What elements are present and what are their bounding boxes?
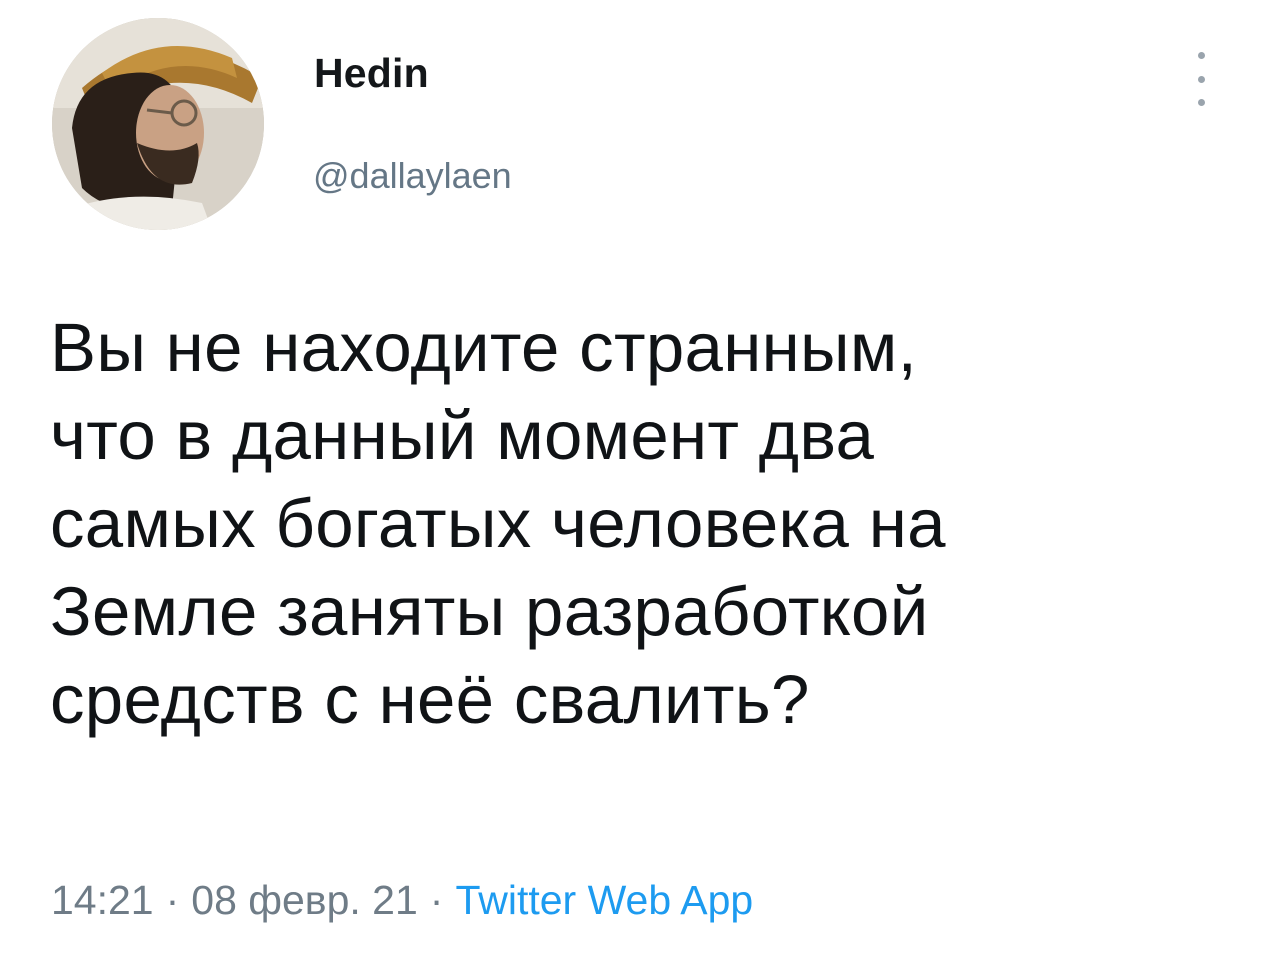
meta-separator: · <box>165 877 180 923</box>
meta-separator: · <box>429 877 444 923</box>
avatar[interactable] <box>52 18 264 230</box>
avatar-image <box>52 18 264 230</box>
tweet-text-line: что в данный момент два <box>50 397 875 474</box>
tweet-text-line: средств с неё свалить? <box>50 661 810 738</box>
more-options-button[interactable] <box>1186 52 1216 106</box>
more-vertical-icon-dot-3 <box>1197 99 1205 106</box>
tweet-date[interactable]: 08 февр. 21 <box>191 877 418 923</box>
tweet-text-line: самых богатых человека на <box>50 485 946 562</box>
author-display-name[interactable]: Hedin <box>314 50 429 97</box>
tweet-text-line: Вы не находите странным, <box>50 309 918 386</box>
tweet-meta: 14:21 · 08 февр. 21 · Twitter Web App <box>51 877 753 924</box>
author-handle[interactable]: @dallaylaen <box>313 155 512 197</box>
tweet-text: Вы не находите странным, что в данный мо… <box>50 304 1230 744</box>
tweet-source-link[interactable]: Twitter Web App <box>455 877 753 923</box>
tweet-card: Hedin @dallaylaen Вы не находите странны… <box>0 0 1280 978</box>
more-vertical-icon-dot-2 <box>1197 75 1205 83</box>
more-vertical-icon <box>1197 52 1205 59</box>
tweet-time[interactable]: 14:21 <box>51 877 154 923</box>
tweet-text-line: Земле заняты разработкой <box>50 573 929 650</box>
